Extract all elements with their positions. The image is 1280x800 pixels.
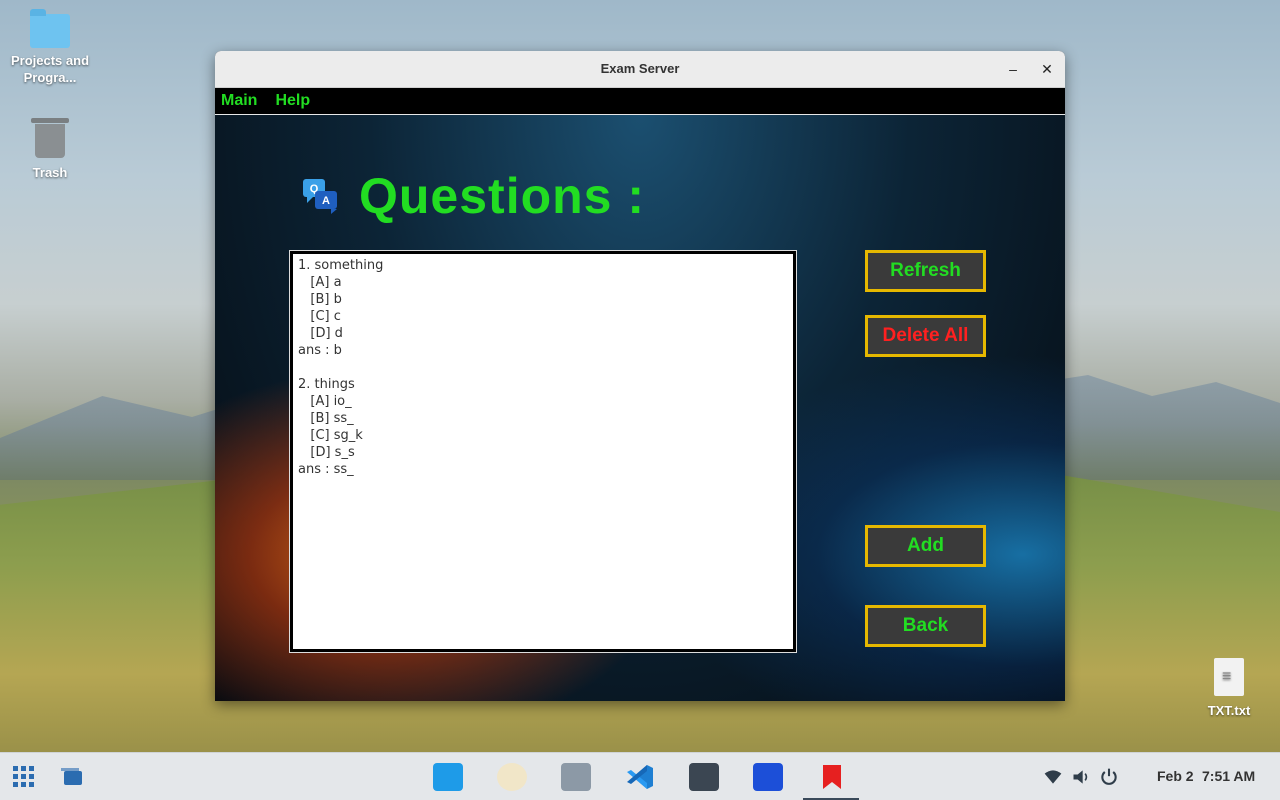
bookmark-icon[interactable]	[817, 763, 847, 791]
app-grid-icon[interactable]	[12, 765, 36, 789]
close-button[interactable]: ✕	[1035, 57, 1059, 81]
delete-all-button[interactable]: Delete All	[865, 315, 986, 357]
menu-bar: Main Help	[215, 88, 1065, 116]
desktop-icon-txt[interactable]: TXT.txt	[1179, 658, 1279, 719]
reader-icon[interactable]	[753, 763, 783, 791]
desktop-icon-trash[interactable]: Trash	[0, 118, 100, 181]
menu-help[interactable]: Help	[275, 92, 310, 110]
menu-main[interactable]: Main	[221, 92, 257, 110]
vscode-icon[interactable]	[625, 763, 655, 791]
main-content: Q A Questions : 1. something [A] a [B] b…	[215, 115, 1065, 701]
trash-icon	[31, 118, 69, 158]
back-button[interactable]: Back	[865, 605, 986, 647]
desktop-icon-projects[interactable]: Projects and Progra...	[0, 9, 100, 86]
questions-textarea[interactable]: 1. something [A] a [B] b [C] c [D] d ans…	[289, 250, 797, 653]
window-switcher-icon[interactable]	[60, 765, 84, 789]
rhythmbox-icon[interactable]	[497, 763, 527, 791]
exam-server-window: Exam Server – ✕ Main Help Q A Questions …	[215, 51, 1065, 701]
minimize-button[interactable]: –	[1001, 57, 1025, 81]
text-file-icon	[1214, 658, 1244, 696]
add-button[interactable]: Add	[865, 525, 986, 567]
desktop-icon-label: Trash	[32, 165, 68, 180]
page-title: Questions :	[359, 168, 646, 224]
files-icon[interactable]	[561, 763, 591, 791]
terminal-icon[interactable]	[689, 763, 719, 791]
folder-icon	[30, 9, 70, 48]
desktop-icon-label: TXT.txt	[1207, 703, 1251, 718]
wifi-icon[interactable]	[1043, 765, 1063, 789]
window-title: Exam Server	[600, 61, 680, 76]
software-store-icon[interactable]	[433, 763, 463, 791]
refresh-button[interactable]: Refresh	[865, 250, 986, 292]
window-titlebar[interactable]: Exam Server – ✕	[215, 51, 1065, 88]
volume-icon[interactable]	[1071, 765, 1091, 789]
svg-text:A: A	[322, 195, 330, 207]
desktop-icon-label: Projects and Progra...	[10, 53, 90, 85]
power-icon[interactable]	[1099, 765, 1119, 789]
time-label[interactable]: 7:51 AM	[1202, 768, 1255, 784]
qa-chat-icon: Q A	[303, 179, 337, 214]
taskbar: Feb 2 7:51 AM	[0, 752, 1280, 800]
date-label[interactable]: Feb 2	[1157, 768, 1194, 784]
